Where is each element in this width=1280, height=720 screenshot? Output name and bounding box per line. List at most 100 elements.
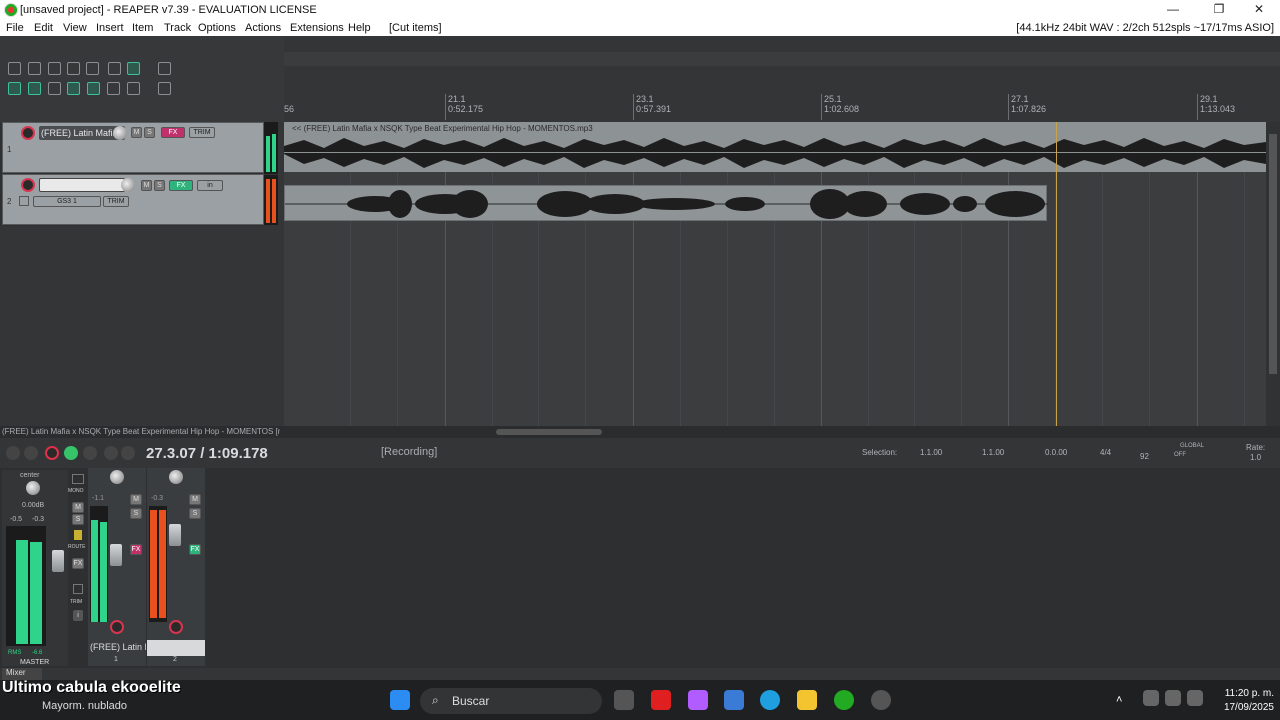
track-2-record-arm[interactable] — [21, 178, 35, 192]
close-button[interactable]: ✕ — [1244, 2, 1274, 18]
track-2-solo-button[interactable]: S — [154, 180, 165, 191]
menu-file[interactable]: File — [6, 22, 24, 34]
track-1-header[interactable]: (FREE) Latin Mafia M S FX TRIM 1 — [2, 122, 264, 173]
track-1-record-arm[interactable] — [21, 126, 35, 140]
play-button[interactable] — [64, 446, 78, 460]
cut-items-action[interactable]: [Cut items] — [389, 22, 442, 34]
maximize-button[interactable]: ❐ — [1204, 2, 1234, 18]
ruler-region-lane[interactable] — [284, 52, 1280, 66]
new-project-icon[interactable] — [8, 62, 21, 75]
vertical-scrollbar[interactable] — [1266, 122, 1280, 426]
strip-1-record-arm[interactable] — [110, 620, 124, 634]
toggle-panel-icon[interactable] — [158, 62, 171, 75]
envelope-icon[interactable] — [158, 82, 171, 95]
clock-time[interactable]: 11:20 p. m. — [1210, 688, 1274, 699]
track-1-mute-button[interactable]: M — [131, 127, 142, 138]
master-mono-button[interactable]: MONO — [68, 488, 84, 494]
youtube-icon[interactable] — [651, 690, 671, 710]
track-2-header[interactable]: M S FX in 2 GS3 1 TRIM — [2, 174, 264, 225]
strip-2-pan-knob[interactable] — [169, 470, 183, 484]
track-1-volume-knob[interactable] — [113, 126, 127, 140]
taskbar-search[interactable]: ⌕ Buscar — [420, 688, 602, 714]
master-phase-icon[interactable] — [74, 530, 82, 540]
master-trim-button[interactable]: TRIM — [70, 599, 82, 605]
menu-extensions[interactable]: Extensions — [290, 22, 344, 34]
pause-button[interactable] — [121, 446, 135, 460]
menu-actions[interactable]: Actions — [245, 22, 281, 34]
metronome-icon[interactable] — [127, 62, 140, 75]
track-2-input-button[interactable]: in — [197, 180, 223, 191]
track-2-mute-button[interactable]: M — [141, 180, 152, 191]
volume-icon[interactable] — [1165, 690, 1181, 706]
master-fader[interactable] — [52, 550, 64, 572]
strip-1-name[interactable]: (FREE) Latin M — [90, 642, 146, 652]
ripple-edit-icon[interactable] — [28, 82, 41, 95]
battery-icon[interactable] — [1187, 690, 1203, 706]
selection-length[interactable]: 0.0.00 — [1045, 448, 1067, 457]
mixer-strip-1[interactable]: -1.1 M S FX (FREE) Latin M 1 — [88, 468, 146, 666]
mixer-options-icon[interactable] — [72, 474, 84, 484]
go-to-start-icon[interactable] — [6, 446, 20, 460]
weather-title[interactable]: Ultimo cabula ekooelite — [2, 679, 181, 697]
grid-toggle-icon[interactable] — [8, 82, 21, 95]
track-1-solo-button[interactable]: S — [144, 127, 155, 138]
menu-track[interactable]: Track — [164, 22, 191, 34]
master-pan-knob[interactable] — [26, 481, 40, 495]
redo-icon[interactable] — [108, 62, 121, 75]
track-2-name[interactable] — [39, 178, 125, 192]
loop-icon[interactable] — [107, 82, 120, 95]
clock-date[interactable]: 17/09/2025 — [1210, 702, 1274, 713]
item-grouping-icon[interactable] — [48, 82, 61, 95]
track-1-trim-button[interactable]: TRIM — [189, 127, 215, 138]
reaper-taskbar-icon[interactable] — [834, 690, 854, 710]
master-fx-button[interactable]: FX — [72, 558, 84, 569]
strip-2-fader[interactable] — [169, 524, 181, 546]
master-route-button[interactable]: ROUTE — [68, 544, 86, 550]
selection-start[interactable]: 1.1.00 — [920, 448, 942, 457]
chevron-up-icon[interactable]: ˄ — [1116, 694, 1128, 706]
windows-start-icon[interactable] — [390, 690, 410, 710]
timeline-ruler[interactable]: 56 21.1 0:52.175 23.1 0:57.391 25.1 1:02… — [284, 92, 1280, 122]
edge-icon[interactable] — [760, 690, 780, 710]
selection-end[interactable]: 1.1.00 — [982, 448, 1004, 457]
repeat-icon[interactable] — [83, 446, 97, 460]
lock-icon[interactable] — [127, 82, 140, 95]
track-2-trim-button[interactable]: TRIM — [103, 196, 129, 207]
strip-2-name[interactable] — [147, 640, 205, 656]
weather-subtitle[interactable]: Mayorm. nublado — [42, 700, 127, 712]
menu-view[interactable]: View — [63, 22, 87, 34]
menu-options[interactable]: Options — [198, 22, 236, 34]
tempo-bpm[interactable]: 92 — [1140, 452, 1149, 461]
project-settings-icon[interactable] — [67, 62, 80, 75]
media-item-track-1[interactable]: << (FREE) Latin Mafia x NSQK Type Beat E… — [284, 122, 1266, 172]
playrate-value[interactable]: 1.0 — [1250, 453, 1261, 462]
go-to-end-icon[interactable] — [24, 446, 38, 460]
track-1-fx-button[interactable]: FX — [161, 127, 185, 138]
snap-icon[interactable] — [87, 82, 100, 95]
record-mode-icon[interactable] — [19, 196, 29, 206]
copilot-icon[interactable] — [688, 690, 708, 710]
auto-crossfade-icon[interactable] — [67, 82, 80, 95]
audio-device-status[interactable]: [44.1kHz 24bit WAV : 2/2ch 512spls ~17/1… — [1016, 22, 1274, 34]
menu-item[interactable]: Item — [132, 22, 153, 34]
time-signature[interactable]: 4/4 — [1100, 448, 1111, 457]
track-2-input-select[interactable]: GS3 1 — [33, 196, 101, 207]
master-info-button[interactable]: i — [73, 610, 83, 621]
media-item-track-2[interactable] — [284, 185, 1048, 221]
store-icon[interactable] — [724, 690, 744, 710]
minimize-button[interactable]: — — [1158, 2, 1188, 18]
undo-icon[interactable] — [86, 62, 99, 75]
task-view-icon[interactable] — [614, 690, 634, 710]
stop-button[interactable] — [104, 446, 118, 460]
save-project-icon[interactable] — [48, 62, 61, 75]
mixer-strip-2[interactable]: -0.3 M S FX 2 — [147, 468, 205, 666]
network-icon[interactable] — [1143, 690, 1159, 706]
menu-edit[interactable]: Edit — [34, 22, 53, 34]
track-2-volume-knob[interactable] — [121, 178, 135, 192]
menu-insert[interactable]: Insert — [96, 22, 124, 34]
file-explorer-icon[interactable] — [797, 690, 817, 710]
strip-1-fader[interactable] — [110, 544, 122, 566]
obs-icon[interactable] — [871, 690, 891, 710]
master-envelope-icon[interactable] — [73, 584, 83, 594]
strip-1-pan-knob[interactable] — [110, 470, 124, 484]
